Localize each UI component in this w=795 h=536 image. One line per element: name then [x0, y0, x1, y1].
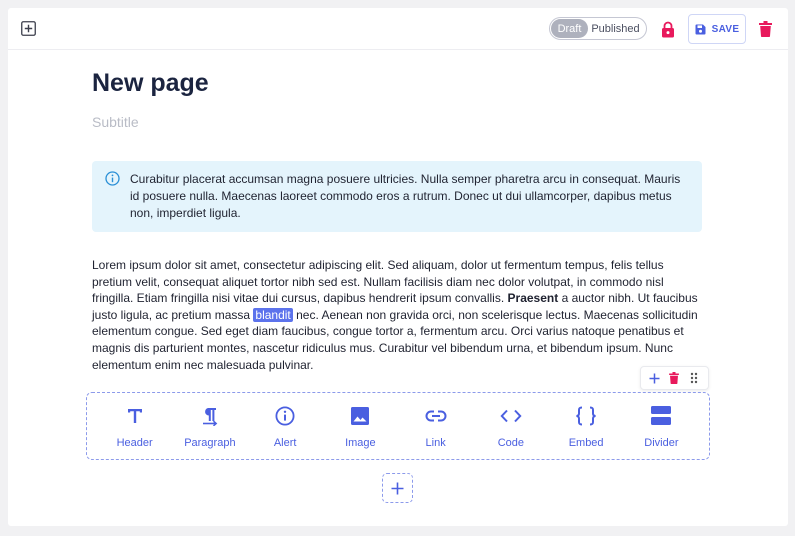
link-icon: [424, 404, 448, 428]
block-option-header[interactable]: Header: [100, 404, 170, 449]
block-type-picker: Header Paragraph Alert Image Link Code E…: [86, 392, 710, 460]
plus-icon: [391, 482, 404, 495]
drag-handle-icon[interactable]: [686, 370, 702, 386]
embed-icon: [574, 404, 598, 428]
subtitle-field[interactable]: Subtitle: [92, 114, 139, 130]
header-icon: [123, 404, 147, 428]
alert-icon: [273, 404, 297, 428]
add-block-button[interactable]: [382, 473, 413, 503]
bold-text: Praesent: [507, 291, 559, 306]
image-icon: [348, 404, 372, 428]
block-option-label: Link: [425, 436, 446, 449]
selected-text: blandit: [253, 307, 293, 322]
block-option-divider[interactable]: Divider: [626, 404, 696, 449]
block-option-label: Divider: [644, 436, 679, 449]
block-option-paragraph[interactable]: Paragraph: [175, 404, 245, 449]
block-option-code[interactable]: Code: [476, 404, 546, 449]
page-title[interactable]: New page: [92, 69, 209, 98]
block-option-label: Code: [497, 436, 525, 449]
lock-icon[interactable]: [659, 19, 677, 39]
paragraph-icon: [198, 404, 222, 428]
code-icon: [499, 404, 523, 428]
publish-status-toggle[interactable]: Draft Published: [549, 17, 647, 40]
add-block-icon[interactable]: [20, 20, 37, 37]
trash-icon[interactable]: [666, 370, 682, 386]
status-draft-option[interactable]: Draft: [551, 19, 588, 38]
floppy-disk-icon: [695, 24, 706, 35]
block-option-image[interactable]: Image: [325, 404, 395, 449]
block-tools: [640, 366, 709, 390]
block-option-link[interactable]: Link: [401, 404, 471, 449]
top-toolbar: Draft Published SAVE: [8, 8, 788, 50]
block-option-label: Header: [116, 436, 153, 449]
trash-icon[interactable]: [756, 19, 774, 39]
paragraph-block[interactable]: Lorem ipsum dolor sit amet, consectetur …: [92, 257, 702, 373]
block-option-label: Alert: [273, 436, 297, 449]
save-button-label: SAVE: [711, 23, 740, 35]
editor-card: Draft Published SAVE New page Subtitle C…: [8, 8, 788, 526]
info-icon: [105, 171, 120, 186]
save-button[interactable]: SAVE: [688, 14, 746, 44]
block-option-alert[interactable]: Alert: [250, 404, 320, 449]
block-option-label: Paragraph: [184, 436, 236, 449]
divider-icon: [649, 404, 673, 428]
block-option-label: Image: [345, 436, 376, 449]
status-published-option[interactable]: Published: [588, 23, 645, 35]
block-option-label: Embed: [568, 436, 604, 449]
alert-text: Curabitur placerat accumsan magna posuer…: [130, 172, 681, 220]
plus-icon[interactable]: [647, 370, 663, 386]
alert-block[interactable]: Curabitur placerat accumsan magna posuer…: [92, 161, 702, 232]
block-option-embed[interactable]: Embed: [551, 404, 621, 449]
